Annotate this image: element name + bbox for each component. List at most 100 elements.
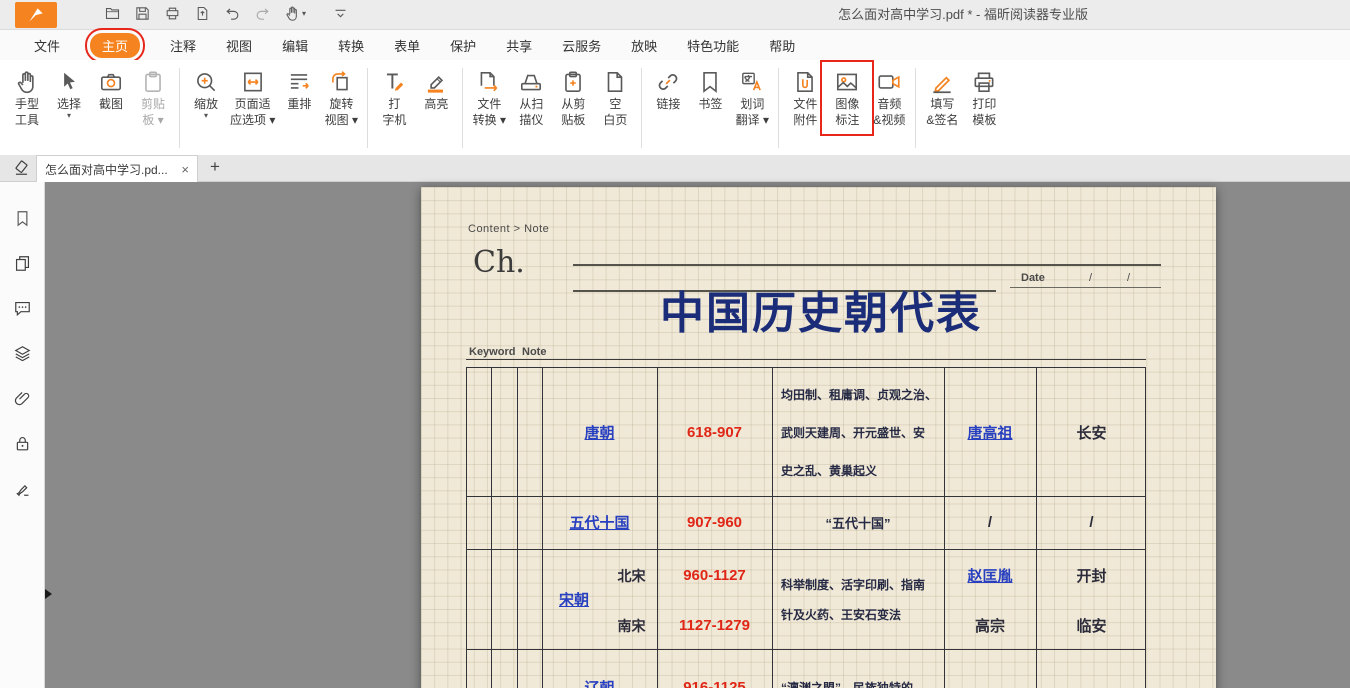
button-label: 高亮 (424, 96, 448, 112)
print-template-icon (971, 68, 997, 96)
sidebar-item-attachments[interactable] (8, 384, 36, 412)
navigation-sidebar (0, 182, 45, 688)
scanner-icon (518, 68, 544, 96)
document-tab[interactable]: 怎么面对高中学习.pd... × (36, 155, 198, 182)
button-label: 打印模板 (972, 96, 996, 128)
application-window: ▾ 怎么面对高中学习.pdf * - 福昕阅读器专业版 文件 主页 注释 视图 编辑 转换… (0, 0, 1350, 688)
tab-share[interactable]: 共享 (506, 36, 532, 55)
ribbon-group-separator (915, 68, 916, 148)
dynasty-table: 唐朝 618-907 均田制、租庸调、贞观之治、 武则天建周、开元盛世、安 史之… (466, 367, 1146, 688)
snapshot-button[interactable]: 截图 (90, 66, 132, 114)
close-icon[interactable]: × (181, 162, 189, 177)
sidebar-item-signature[interactable] (8, 474, 36, 502)
ribbon-group-separator (179, 68, 180, 148)
tab-protect[interactable]: 保护 (450, 36, 476, 55)
highlight-button[interactable]: 高亮 (415, 66, 457, 114)
pdf-page[interactable]: Content > Note Ch. 中国历史朝代表 Date / / Keyw… (421, 187, 1216, 688)
button-label: 从剪贴板 (561, 96, 585, 128)
from-clipboard-button[interactable]: 从剪贴板 (552, 66, 594, 130)
layers-icon (13, 344, 32, 363)
button-label: 填写&签名 (926, 96, 958, 128)
foxit-logo[interactable] (15, 2, 57, 28)
tab-file[interactable]: 文件 (34, 36, 60, 55)
tab-comment[interactable]: 注释 (170, 36, 196, 55)
period-cell: 1127-1279 (657, 602, 772, 649)
tab-view[interactable]: 视图 (226, 36, 252, 55)
tab-help[interactable]: 帮助 (769, 36, 795, 55)
fill-sign-button[interactable]: 填写&签名 (921, 66, 963, 130)
rotate-view-icon (328, 68, 354, 96)
link-button[interactable]: 链接 (647, 66, 689, 114)
sidebar-item-bookmarks[interactable] (8, 204, 36, 232)
tab-form[interactable]: 表单 (394, 36, 420, 55)
undo-button[interactable] (222, 3, 243, 24)
save-button[interactable] (132, 3, 153, 24)
from-scanner-button[interactable]: 从扫描仪 (510, 66, 552, 130)
tab-edit[interactable]: 编辑 (282, 36, 308, 55)
signature-icon (13, 479, 32, 498)
file-attachment-button[interactable]: 文件附件 (784, 66, 826, 130)
fit-page-button[interactable]: 页面适应选项 ▾ (227, 66, 278, 130)
period-cell: 907-960 (657, 496, 772, 549)
events-line: 史之乱、黄巢起义 (781, 462, 877, 479)
fit-page-icon (240, 68, 266, 96)
typewriter-button[interactable]: 打字机 (373, 66, 415, 130)
reflow-button[interactable]: 重排 (278, 66, 320, 114)
translate-icon (739, 68, 765, 96)
tab-features[interactable]: 特色功能 (687, 36, 739, 55)
capital-cell: 开封 (1036, 549, 1147, 602)
button-label: 划词翻译 ▾ (736, 96, 769, 128)
convert-icon (476, 68, 502, 96)
image-annotation-button[interactable]: 图像标注 (826, 66, 868, 130)
events-line: “澶渊之盟”、民族独特的 (781, 679, 913, 688)
tab-home[interactable]: 主页 (90, 33, 140, 58)
redo-button[interactable] (252, 3, 273, 24)
founder-cell: 赵匡胤 (944, 549, 1036, 602)
events-cell: “澶渊之盟”、民族独特的 (772, 649, 944, 688)
sub-dynasty-cell: 南宋 (606, 602, 657, 649)
translate-button[interactable]: 划词翻译 ▾ (731, 66, 773, 130)
sidebar-item-comments[interactable] (8, 294, 36, 322)
customize-button[interactable] (330, 3, 351, 24)
button-label: 剪贴板 ▾ (141, 96, 165, 128)
button-label: 缩放▾ (194, 96, 218, 120)
open-button[interactable] (102, 3, 123, 24)
sidebar-item-pages[interactable] (8, 249, 36, 277)
snapshot-icon (98, 68, 124, 96)
tab-convert[interactable]: 转换 (338, 36, 364, 55)
redo-icon (254, 5, 271, 22)
audio-video-button[interactable]: 音频&视频 (868, 66, 910, 130)
title-bar: ▾ 怎么面对高中学习.pdf * - 福昕阅读器专业版 (0, 0, 1350, 30)
zoom-button[interactable]: 缩放▾ (185, 66, 227, 122)
hand-icon (284, 5, 301, 22)
select-button[interactable]: 选择▾ (48, 66, 90, 122)
print-button[interactable] (162, 3, 183, 24)
comment-icon (13, 299, 32, 318)
eraser-icon[interactable] (12, 158, 31, 177)
hand-tool-button[interactable]: 手型工具 (6, 66, 48, 130)
tab-cloud[interactable]: 云服务 (562, 36, 601, 55)
typewriter-icon (381, 68, 407, 96)
sidebar-item-layers[interactable] (8, 339, 36, 367)
blank-page-button[interactable]: 空白页 (594, 66, 636, 130)
dynasty-cell: 五代十国 (542, 496, 657, 549)
dynasty-cell: 宋朝 (542, 549, 606, 649)
print-icon (164, 5, 181, 22)
convert-file-button[interactable]: 文件转换 ▾ (468, 66, 510, 130)
bookmark-button[interactable]: 书签 (689, 66, 731, 114)
button-label: 旋转视图 ▾ (325, 96, 358, 128)
save-icon (134, 5, 151, 22)
sidebar-item-security[interactable] (8, 429, 36, 457)
dynasty-cell: 唐朝 (542, 368, 657, 496)
rotate-view-button[interactable]: 旋转视图 ▾ (320, 66, 362, 130)
events-line: 武则天建周、开元盛世、安 (781, 424, 925, 441)
new-tab-button[interactable]: + (210, 157, 220, 177)
hand-button[interactable]: ▾ (282, 3, 308, 24)
clipboard-button[interactable]: 剪贴板 ▾ (132, 66, 174, 130)
export-button[interactable] (192, 3, 213, 24)
print-template-button[interactable]: 打印模板 (963, 66, 1005, 130)
tab-present[interactable]: 放映 (631, 36, 657, 55)
founder-cell: / (944, 496, 1036, 549)
menu-bar: 文件 主页 注释 视图 编辑 转换 表单 保护 共享 云服务 放映 特色功能 帮助 (0, 30, 1350, 60)
panel-expand-handle[interactable] (45, 589, 52, 599)
